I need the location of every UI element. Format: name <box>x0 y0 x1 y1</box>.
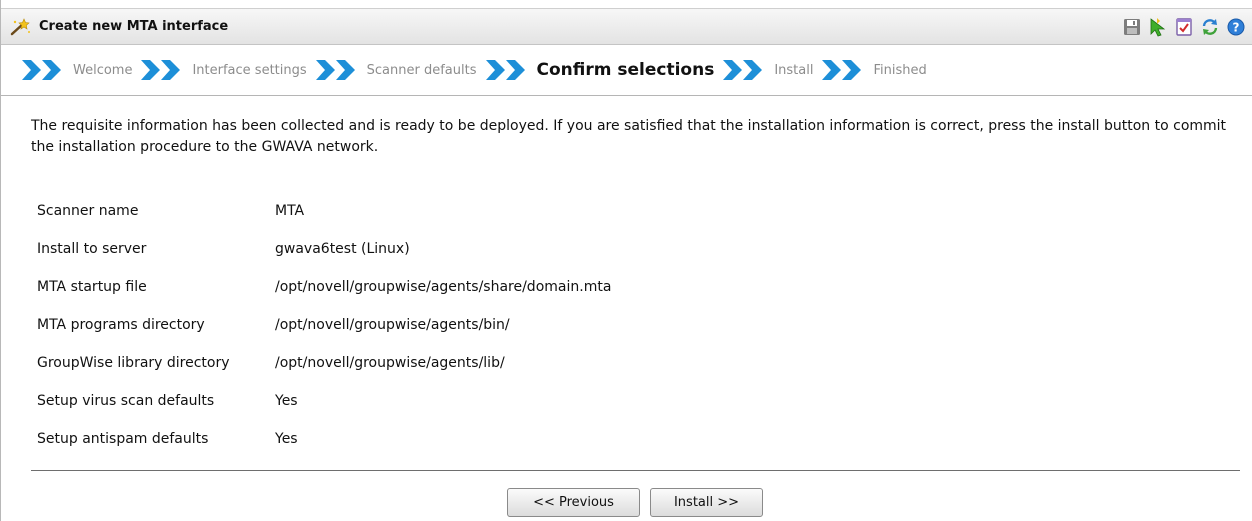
divider <box>31 470 1240 471</box>
detail-row: MTA startup file/opt/novell/groupwise/ag… <box>37 268 611 306</box>
detail-value: MTA <box>275 203 305 219</box>
detail-label: GroupWise library directory <box>37 355 230 371</box>
wizard-step-confirm-selections: Confirm selections <box>485 59 715 81</box>
wizard-step-label: Install <box>774 62 814 78</box>
wizard-step-finished: Finished <box>821 59 927 81</box>
svg-text:?: ? <box>1233 21 1240 35</box>
double-chevron-icon <box>315 60 355 80</box>
detail-label: MTA startup file <box>37 279 147 295</box>
wizard-steps: Welcome Interface settings Scanner default… <box>1 45 1252 96</box>
detail-value: /opt/novell/groupwise/agents/bin/ <box>275 317 510 333</box>
detail-label: Scanner name <box>37 203 139 219</box>
wizard-step-scanner-defaults: Scanner defaults <box>315 59 477 81</box>
wizard-step-label: Scanner defaults <box>366 62 477 78</box>
toolbar: ? <box>1122 17 1246 37</box>
wizard-step-label: Confirm selections <box>536 60 715 80</box>
checklist-icon[interactable] <box>1174 17 1194 37</box>
details-list: Scanner name MTA Install to server gwava6te… <box>37 192 611 458</box>
detail-label: Install to server <box>37 241 147 257</box>
wizard-step-label: Interface settings <box>192 62 307 78</box>
detail-row: GroupWise library directory/opt/novell/g… <box>37 344 611 382</box>
pointer-green-icon[interactable] <box>1148 17 1168 37</box>
title-bar: Create new MTA interface ? <box>1 8 1252 45</box>
double-chevron-icon <box>485 60 525 80</box>
wizard-step-welcome: Welcome <box>21 59 132 81</box>
detail-value: Yes <box>275 431 298 447</box>
detail-row: Scanner name MTA <box>37 192 611 230</box>
detail-row: Setup virus scan defaults Yes <box>37 382 611 420</box>
detail-value: /opt/novell/groupwise/agents/lib/ <box>275 355 505 371</box>
wizard-step-install: Install <box>722 59 813 81</box>
detail-label: Setup virus scan defaults <box>37 393 215 409</box>
intro-text: The requisite information has been colle… <box>31 118 1227 155</box>
wizard-window: Create new MTA interface ? Welcome Inter… <box>0 0 1252 521</box>
double-chevron-icon <box>141 60 181 80</box>
detail-value: /opt/novell/groupwise/agents/share/domai… <box>275 279 612 295</box>
double-chevron-icon <box>22 60 61 80</box>
detail-row: Install to server gwava6test (Linux) <box>37 230 611 268</box>
window-title: Create new MTA interface <box>39 19 229 34</box>
detail-value: gwava6test (Linux) <box>275 241 410 257</box>
button-bar: << Previous Install >> <box>507 488 763 517</box>
help-icon[interactable]: ? <box>1226 17 1246 37</box>
detail-label: Setup antispam defaults <box>37 431 209 447</box>
wizard-step-interface-settings: Interface settings <box>140 59 307 81</box>
detail-label: MTA programs directory <box>37 317 205 333</box>
install-button[interactable]: Install >> <box>650 488 763 517</box>
wizard-step-label: Welcome <box>73 62 133 78</box>
detail-row: Setup antispam defaults Yes <box>37 420 611 458</box>
double-chevron-icon <box>822 60 862 80</box>
wizard-step-label: Finished <box>873 62 927 78</box>
double-chevron-icon <box>723 60 763 80</box>
refresh-icon[interactable] <box>1200 17 1220 37</box>
detail-value: Yes <box>275 393 298 409</box>
magic-wand-icon <box>10 18 30 36</box>
detail-row: MTA programs directory/opt/novell/groupw… <box>37 306 611 344</box>
save-icon[interactable] <box>1122 17 1142 37</box>
previous-button[interactable]: << Previous <box>507 488 640 517</box>
